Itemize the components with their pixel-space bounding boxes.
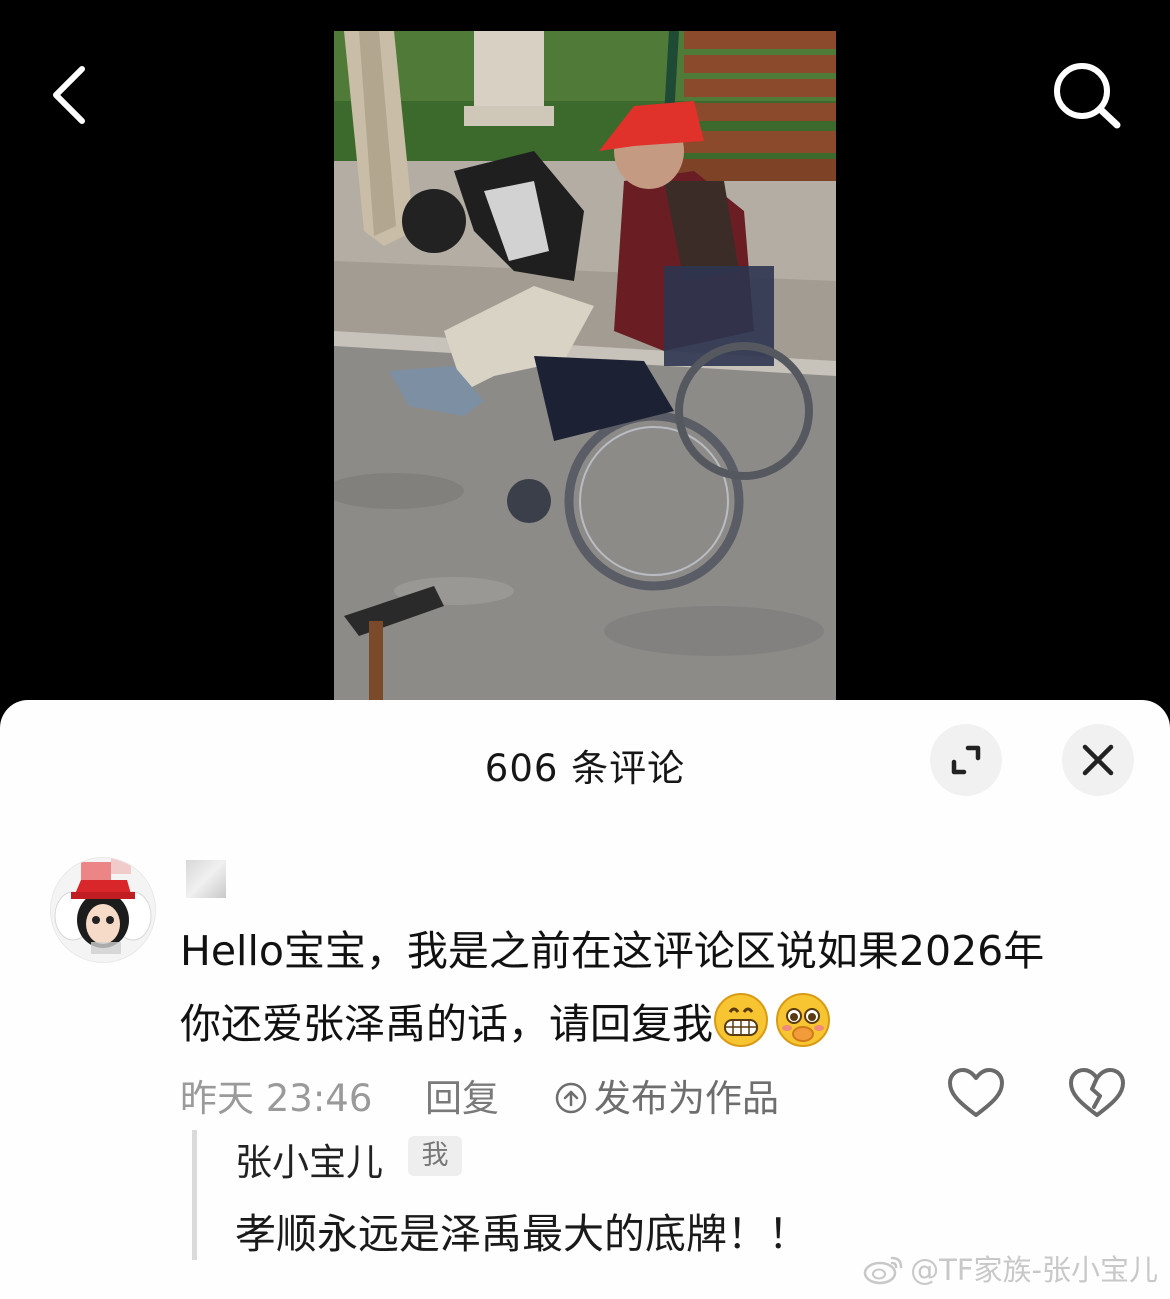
comment-timestamp: 昨天 23:46 — [180, 1077, 373, 1120]
like-button[interactable] — [945, 1065, 1007, 1121]
me-badge: 我 — [408, 1136, 462, 1176]
video-player[interactable] — [334, 31, 836, 700]
video-thumbnail — [334, 31, 836, 700]
video-area — [0, 0, 1170, 700]
heart-icon — [948, 1068, 1004, 1117]
publish-as-work-button[interactable]: 发布为作品 — [554, 1068, 779, 1122]
watermark: @TF家族-张小宝儿 — [862, 1247, 1158, 1289]
reply-text: 孝顺永远是泽禹最大的底牌！！ — [235, 1210, 809, 1258]
dislike-button[interactable] — [1066, 1065, 1128, 1121]
reply-author-name[interactable]: 张小宝儿 — [235, 1132, 383, 1186]
watermark-text: @TF家族-张小宝儿 — [910, 1253, 1158, 1287]
close-icon — [1082, 744, 1114, 776]
search-button[interactable] — [1045, 55, 1130, 135]
comment-line-2-text: 你还爱张泽禹的话，请回复我 — [180, 1000, 713, 1048]
grin-emoji-icon — [714, 993, 768, 1047]
expand-button[interactable] — [930, 724, 1002, 796]
comment-line-1: Hello宝宝，我是之前在这评论区说如果2026年 — [180, 927, 1045, 975]
comment-line-2: 你还爱张泽禹的话，请回复我 — [180, 988, 1130, 1061]
reply-thread-bar — [192, 1130, 197, 1260]
expand-icon — [951, 745, 981, 775]
cartoon-avatar-image — [51, 858, 155, 962]
publish-label: 发布为作品 — [594, 1077, 779, 1120]
upload-circle-icon — [555, 1082, 587, 1114]
username-blurred — [186, 860, 226, 898]
commenter-avatar[interactable] — [50, 857, 156, 963]
comment-text: Hello宝宝，我是之前在这评论区说如果2026年 你还爱张泽禹的话，请回复我 — [180, 915, 1130, 1061]
back-button[interactable] — [40, 55, 100, 135]
comments-sheet: 606 条评论 Hello宝宝，我是之前在这评论区说如果2026年 你还爱张泽禹… — [0, 700, 1170, 1299]
broken-heart-icon — [1069, 1068, 1125, 1117]
weibo-logo-icon — [863, 1256, 903, 1285]
close-button[interactable] — [1062, 724, 1134, 796]
chevron-left-icon — [53, 66, 85, 124]
pleading-emoji-icon — [776, 993, 830, 1047]
search-icon — [1054, 63, 1121, 129]
reply-button[interactable]: 回复 — [425, 1068, 499, 1122]
